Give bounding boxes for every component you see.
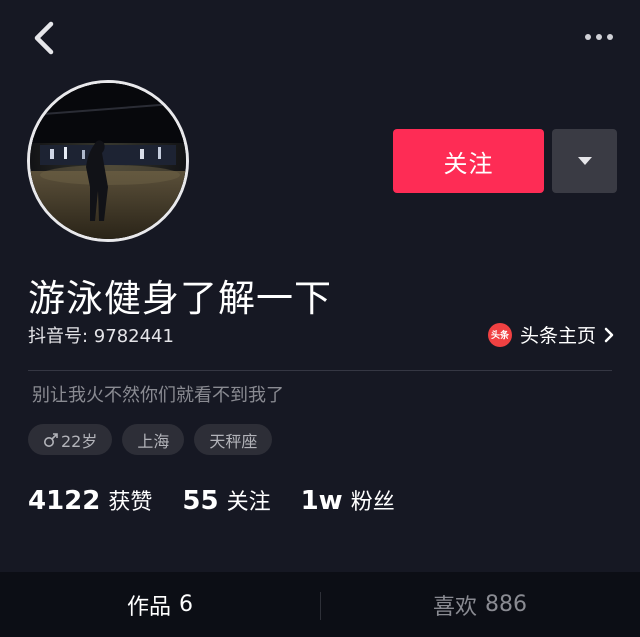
city-label: 上海 [137, 431, 170, 451]
douyin-id: 抖音号: 9782441 [28, 326, 174, 347]
age-label: 22岁 [61, 431, 98, 451]
zodiac-tag: 天秤座 [194, 424, 273, 455]
avatar[interactable] [27, 80, 189, 242]
zodiac-label: 天秤座 [209, 431, 258, 451]
toutiao-homepage-link[interactable]: 头条 头条主页 [487, 321, 614, 348]
followers-label: 粉丝 [350, 490, 395, 515]
profile-tags: 22岁 上海 天秤座 [28, 424, 273, 455]
likes-label: 获赞 [108, 490, 153, 515]
age-tag: 22岁 [28, 424, 113, 455]
toutiao-homepage-label: 头条主页 [519, 325, 596, 347]
city-tag: 上海 [122, 424, 185, 455]
content-tabbar: 作品 6 喜欢 886 [0, 572, 640, 637]
male-symbol-icon [44, 432, 58, 447]
recommend-dropdown-button[interactable] [552, 129, 617, 193]
chevron-left-icon [34, 21, 54, 55]
more-horizontal-icon [585, 34, 591, 40]
tab-works-count: 6 [179, 592, 193, 617]
tab-likes[interactable]: 喜欢 886 [320, 572, 640, 637]
tab-works-label: 作品 [126, 594, 171, 620]
toutiao-logo-icon: 头条 [487, 322, 512, 347]
caret-down-icon [577, 157, 592, 165]
followers-count: 1w [300, 486, 343, 516]
following-stat[interactable]: 55 关注 [182, 484, 270, 516]
profile-stats: 4122 获赞 55 关注 1w 粉丝 [28, 484, 395, 516]
following-label: 关注 [226, 490, 271, 515]
following-count: 55 [182, 486, 219, 516]
tab-works[interactable]: 作品 6 [0, 572, 320, 637]
likes-count: 4122 [28, 486, 101, 516]
more-options-button[interactable] [576, 22, 622, 52]
back-button[interactable] [24, 18, 64, 58]
likes-stat[interactable]: 4122 获赞 [28, 484, 152, 516]
nickname: 游泳健身了解一下 [28, 277, 332, 320]
chevron-right-icon [604, 327, 614, 342]
follow-button[interactable]: 关注 [393, 129, 544, 193]
bio-signature: 别让我火不然你们就看不到我了 [32, 385, 284, 406]
divider [28, 370, 612, 371]
avatar-image [30, 83, 186, 239]
tab-likes-label: 喜欢 [432, 594, 477, 620]
followers-stat[interactable]: 1w 粉丝 [301, 484, 395, 516]
tab-likes-count: 886 [485, 592, 527, 617]
